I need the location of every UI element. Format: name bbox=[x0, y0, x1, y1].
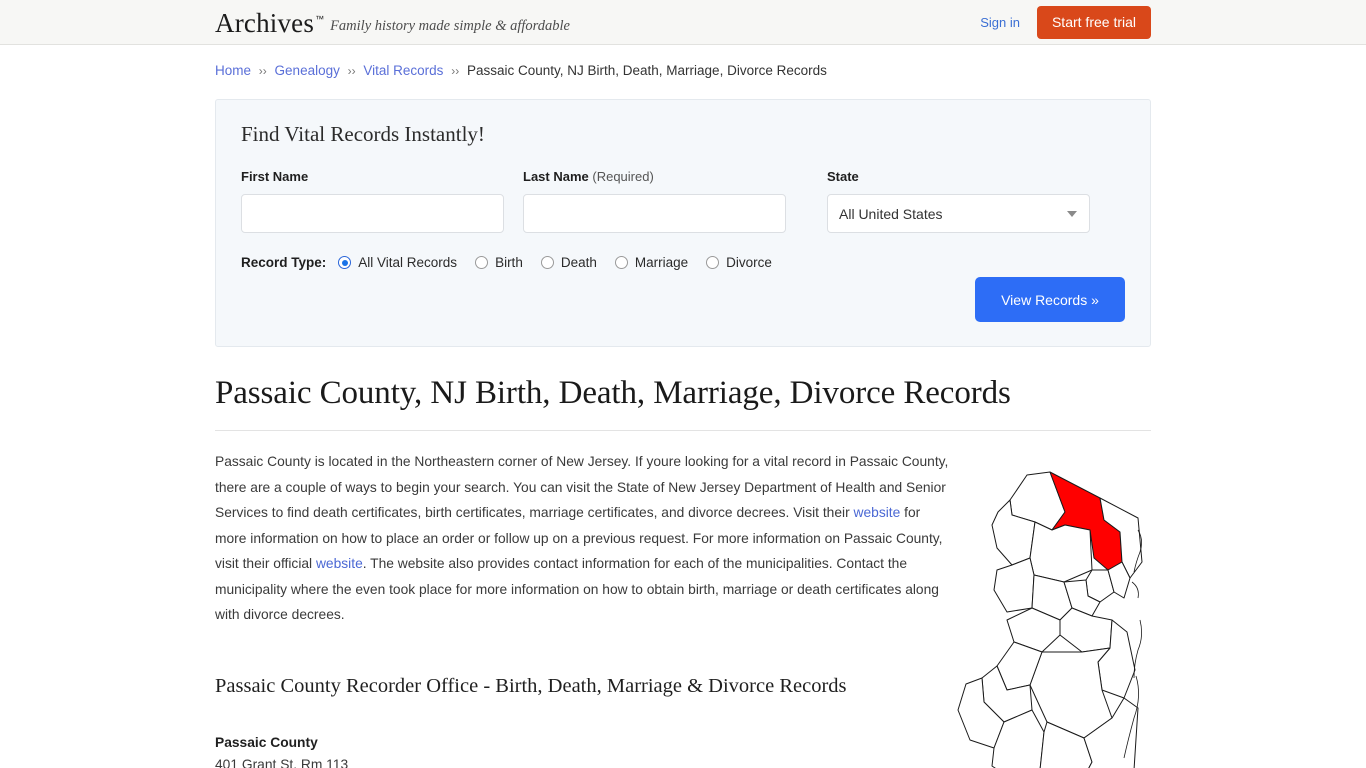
search-fields-row: First Name Last Name (Required) State Al… bbox=[241, 169, 1125, 233]
search-panel-title: Find Vital Records Instantly! bbox=[241, 122, 485, 146]
county-essex bbox=[1085, 569, 1115, 603]
recorder-office-heading: Passaic County Recorder Office - Birth, … bbox=[215, 674, 847, 697]
first-name-label: First Name bbox=[241, 169, 309, 184]
record-type-option-death[interactable]: Death bbox=[540, 255, 597, 270]
county-gloucester bbox=[981, 665, 1033, 723]
logo-text: Archives bbox=[215, 7, 315, 38]
record-type-option-all[interactable]: All Vital Records bbox=[338, 255, 457, 270]
radio-icon-all[interactable] bbox=[338, 256, 352, 269]
county-hudson bbox=[1107, 561, 1131, 599]
breadcrumb-item-genealogy[interactable]: Genealogy bbox=[275, 63, 340, 78]
breadcrumb-item-home[interactable]: Home bbox=[215, 63, 251, 78]
county-salem bbox=[957, 677, 1005, 749]
county-morris bbox=[1029, 521, 1093, 583]
county-mercer bbox=[1006, 607, 1061, 653]
vital-records-search-panel: Find Vital Records Instantly! First Name… bbox=[215, 99, 1151, 347]
last-name-required-note: (Required) bbox=[592, 169, 654, 184]
county-bergen bbox=[1099, 497, 1143, 579]
county-union bbox=[1063, 579, 1101, 617]
county-camden bbox=[996, 641, 1043, 691]
first-name-field-group: First Name bbox=[241, 169, 504, 233]
state-website-link[interactable]: website bbox=[854, 505, 901, 520]
record-type-option-marriage-label: Marriage bbox=[634, 255, 689, 270]
county-monmouth bbox=[1097, 619, 1136, 699]
record-type-option-divorce-label: Divorce bbox=[726, 255, 772, 270]
radio-icon-marriage[interactable] bbox=[614, 256, 628, 269]
record-type-option-death-label: Death bbox=[560, 255, 597, 270]
recorder-office-address: Passaic County 401 Grant St, Rm 113 Pate… bbox=[215, 732, 950, 768]
trademark-icon: ™ bbox=[315, 13, 325, 24]
last-name-input[interactable] bbox=[523, 194, 786, 233]
breadcrumb-separator: ›› bbox=[451, 64, 460, 78]
view-records-button[interactable]: View Records » bbox=[975, 277, 1125, 322]
header-inner: Archives ™ Family history made simple & … bbox=[215, 0, 1151, 44]
county-somerset bbox=[1031, 574, 1073, 621]
article-body-column: Passaic County is located in the Northea… bbox=[215, 449, 950, 768]
last-name-label-text: Last Name bbox=[523, 169, 589, 184]
start-free-trial-button[interactable]: Start free trial bbox=[1036, 5, 1151, 39]
site-header: Archives ™ Family history made simple & … bbox=[0, 0, 1366, 45]
state-select-value: All United States bbox=[839, 205, 943, 222]
county-cumberland bbox=[991, 709, 1045, 768]
page-container: Home ›› Genealogy ›› Vital Records ›› Pa… bbox=[215, 45, 1151, 768]
record-type-label: Record Type: bbox=[241, 255, 327, 270]
county-middlesex bbox=[1059, 607, 1113, 653]
county-passaic-highlighted bbox=[1049, 471, 1123, 571]
last-name-label: Last Name (Required) bbox=[523, 169, 786, 184]
site-tagline: Family history made simple & affordable bbox=[330, 17, 570, 34]
breadcrumb-separator: ›› bbox=[347, 64, 356, 78]
first-name-input[interactable] bbox=[241, 194, 504, 233]
state-field-group: State All United States bbox=[827, 169, 1090, 233]
site-logo[interactable]: Archives ™ Family history made simple & … bbox=[215, 7, 570, 38]
breadcrumb: Home ›› Genealogy ›› Vital Records ›› Pa… bbox=[215, 45, 1151, 78]
coastline-detail bbox=[1123, 529, 1142, 759]
paragraph-part-1: Passaic County is located in the Northea… bbox=[215, 454, 949, 520]
state-label: State bbox=[827, 169, 859, 184]
last-name-field-group: Last Name (Required) bbox=[523, 169, 786, 233]
header-actions: Sign in Start free trial bbox=[980, 0, 1151, 44]
record-type-radio-group: Record Type: All Vital Records Birth Dea… bbox=[241, 255, 1125, 270]
county-sussex bbox=[1009, 471, 1066, 531]
county-warren bbox=[991, 499, 1036, 566]
county-atlantic bbox=[1039, 721, 1093, 768]
breadcrumb-item-vital-records[interactable]: Vital Records bbox=[363, 63, 443, 78]
county-ocean bbox=[1083, 697, 1139, 768]
county-website-link[interactable]: website bbox=[316, 556, 363, 571]
address-county-name: Passaic County bbox=[215, 734, 318, 750]
breadcrumb-item-current: Passaic County, NJ Birth, Death, Marriag… bbox=[466, 63, 827, 78]
county-hunterdon bbox=[993, 557, 1035, 613]
radio-icon-birth[interactable] bbox=[475, 256, 489, 269]
record-type-option-all-label: All Vital Records bbox=[358, 255, 458, 270]
breadcrumb-separator: ›› bbox=[258, 64, 267, 78]
radio-icon-death[interactable] bbox=[540, 256, 554, 269]
state-select[interactable]: All United States bbox=[827, 194, 1090, 233]
record-type-option-marriage[interactable]: Marriage bbox=[614, 255, 689, 270]
record-type-option-divorce[interactable]: Divorce bbox=[706, 255, 772, 270]
state-select-wrap: All United States bbox=[827, 194, 1090, 233]
new-jersey-county-map bbox=[952, 470, 1167, 768]
county-burlington bbox=[1029, 647, 1113, 739]
page-title: Passaic County, NJ Birth, Death, Marriag… bbox=[215, 375, 1151, 431]
sign-in-link[interactable]: Sign in bbox=[980, 15, 1020, 30]
record-type-option-birth-label: Birth bbox=[495, 255, 523, 270]
record-type-option-birth[interactable]: Birth bbox=[475, 255, 523, 270]
radio-icon-divorce[interactable] bbox=[706, 256, 720, 269]
intro-paragraph: Passaic County is located in the Northea… bbox=[215, 449, 950, 628]
address-street: 401 Grant St, Rm 113 bbox=[215, 756, 349, 768]
